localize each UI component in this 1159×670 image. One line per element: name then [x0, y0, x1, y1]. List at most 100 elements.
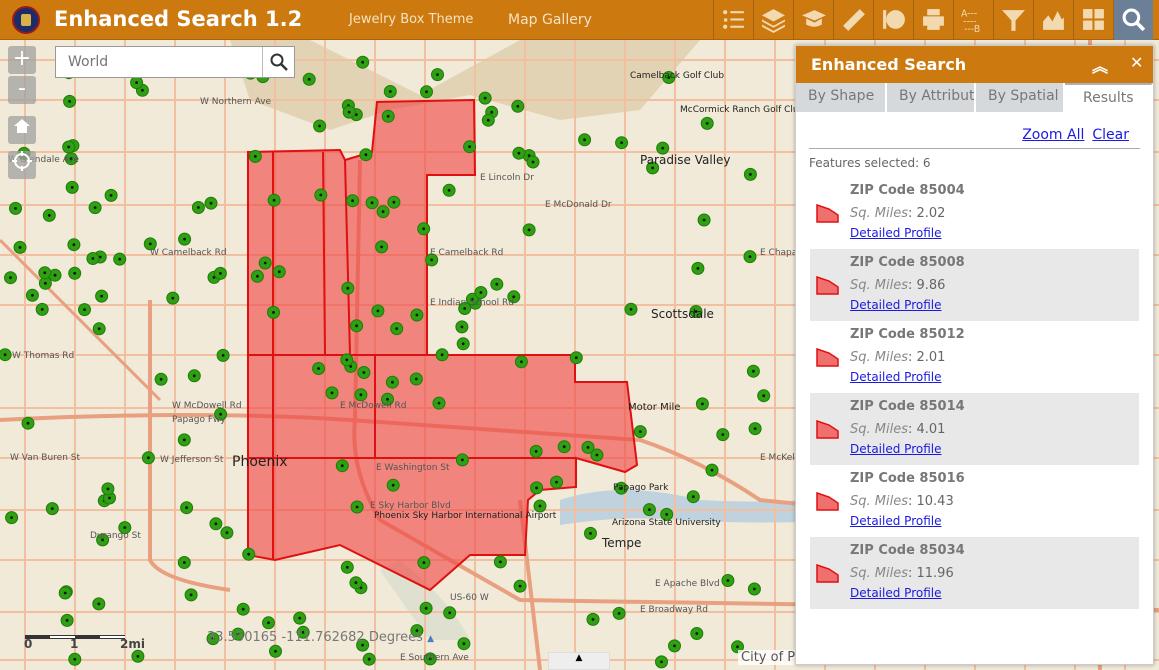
result-item[interactable]: ZIP Code 85034 Sq. Miles: 11.96 Detailed P…	[810, 537, 1139, 609]
point-marker	[0, 348, 12, 362]
place-label: Camelback Golf Club	[630, 71, 724, 81]
point-marker	[371, 304, 385, 318]
point-marker	[131, 649, 145, 663]
detailed-profile-link[interactable]: Detailed Profile	[850, 586, 1139, 600]
point-marker	[154, 372, 168, 386]
widget-grid-tool-button[interactable]	[1073, 0, 1113, 40]
layers-tool-button[interactable]	[753, 0, 793, 40]
point-marker	[442, 183, 456, 197]
point-marker	[342, 105, 356, 119]
point-marker	[184, 588, 198, 602]
point-marker	[350, 500, 364, 514]
directions-tool-button[interactable]: A--- ---- ---B	[953, 0, 993, 40]
result-item[interactable]: ZIP Code 85014 Sq. Miles: 4.01 Detailed Pr…	[810, 393, 1139, 465]
print-tool-button[interactable]	[913, 0, 953, 40]
street-label: E McDowell Rd	[340, 401, 406, 411]
result-title: ZIP Code 85012	[850, 327, 965, 342]
map-gallery-link[interactable]: Map Gallery	[508, 12, 592, 28]
point-marker	[340, 560, 354, 574]
tab-results[interactable]: Results	[1065, 83, 1153, 112]
enhanced-search-tool-button[interactable]	[1113, 0, 1153, 40]
search-box	[55, 46, 295, 78]
point-marker	[435, 348, 449, 362]
point-marker	[419, 601, 433, 615]
detailed-profile-link[interactable]: Detailed Profile	[850, 370, 1139, 384]
place-label: McCormick Ranch Golf Club	[680, 105, 805, 115]
point-marker	[62, 140, 76, 154]
result-item[interactable]: ZIP Code 85016 Sq. Miles: 10.43 Detailed P…	[810, 465, 1139, 537]
detailed-profile-link[interactable]: Detailed Profile	[850, 226, 1139, 240]
collapse-icon[interactable]: ︽	[1092, 53, 1108, 77]
point-marker	[493, 555, 507, 569]
attribution: City of Phoenix	[738, 650, 798, 665]
point-marker	[668, 639, 681, 653]
zoom-out-button[interactable]: -	[8, 76, 36, 104]
detailed-profile-link[interactable]: Detailed Profile	[850, 514, 1139, 528]
point-marker	[5, 511, 19, 525]
search-button[interactable]	[262, 47, 294, 77]
point-marker	[490, 277, 504, 291]
locate-button[interactable]	[8, 151, 36, 179]
search-input[interactable]	[56, 47, 262, 77]
point-marker	[178, 232, 192, 246]
point-marker	[743, 167, 757, 181]
legend-tool-button[interactable]	[713, 0, 753, 40]
place-label: Tempe	[601, 536, 641, 550]
point-marker	[746, 364, 760, 378]
basemap-icon	[882, 10, 905, 29]
result-sq-miles: Sq. Miles: 4.01	[850, 422, 946, 437]
zoom-all-link[interactable]: Zoom All	[1022, 127, 1084, 143]
street-label: E Washington St	[376, 463, 450, 473]
svg-text:---B: ---B	[964, 24, 980, 33]
caret-up-icon[interactable]: ▲	[427, 634, 434, 644]
point-marker	[86, 252, 100, 265]
point-marker	[209, 517, 223, 531]
measure-tool-button[interactable]	[833, 0, 873, 40]
coordinate-readout: 33.550165 -111.762682 Degrees ▲	[207, 630, 434, 645]
point-marker	[314, 188, 328, 202]
street-label: E Sky Harbor Blvd	[370, 501, 451, 511]
result-sq-miles: Sq. Miles: 11.96	[850, 566, 954, 581]
attribution-toggle[interactable]: ▲	[548, 652, 610, 670]
result-sq-miles: Sq. Miles: 2.02	[850, 206, 946, 221]
result-title: ZIP Code 85014	[850, 399, 965, 414]
result-item[interactable]: ZIP Code 85012 Sq. Miles: 2.01 Detailed Pr…	[810, 321, 1139, 393]
zoom-in-button[interactable]: +	[8, 46, 36, 74]
result-item[interactable]: ZIP Code 85008 Sq. Miles: 9.86 Detailed Pr…	[810, 249, 1139, 321]
close-icon[interactable]: ✕	[1130, 53, 1143, 72]
place-label: Scottsdale	[651, 307, 714, 321]
point-marker	[526, 155, 540, 169]
chart-tool-button[interactable]	[1033, 0, 1073, 40]
clear-link[interactable]: Clear	[1092, 127, 1129, 143]
point-marker	[354, 388, 368, 402]
tab-by-spatial[interactable]: By Spatial	[976, 83, 1065, 112]
point-marker	[376, 205, 390, 219]
point-marker	[697, 213, 711, 227]
point-marker	[42, 208, 56, 222]
panel-tabs: By Shape By Attribute By Spatial Results	[796, 83, 1153, 112]
home-button[interactable]	[8, 116, 36, 144]
point-marker	[700, 116, 714, 130]
point-marker	[455, 453, 469, 467]
result-item[interactable]: ZIP Code 85004 Sq. Miles: 2.02 Detailed Pr…	[810, 177, 1139, 249]
point-marker	[705, 463, 719, 477]
street-label: E Indian School Rd	[430, 298, 514, 308]
point-marker	[65, 180, 79, 194]
place-label: Arizona State University	[612, 518, 721, 528]
filter-tool-button[interactable]	[993, 0, 1033, 40]
tab-by-attribute[interactable]: By Attribute	[887, 83, 976, 112]
jewelry-box-theme-link[interactable]: Jewelry Box Theme	[349, 12, 473, 27]
point-marker	[35, 302, 49, 316]
tab-by-shape[interactable]: By Shape	[796, 83, 887, 112]
point-marker	[529, 444, 543, 458]
point-marker	[359, 148, 373, 162]
basemap-tool-button[interactable]	[873, 0, 913, 40]
point-marker	[578, 133, 592, 147]
point-marker	[511, 99, 525, 113]
polygon-symbol-icon	[816, 563, 839, 583]
polygon-symbol-icon	[816, 419, 839, 439]
detailed-profile-link[interactable]: Detailed Profile	[850, 442, 1139, 456]
point-marker	[21, 416, 35, 430]
detailed-profile-link[interactable]: Detailed Profile	[850, 298, 1139, 312]
about-tool-button[interactable]	[793, 0, 833, 40]
